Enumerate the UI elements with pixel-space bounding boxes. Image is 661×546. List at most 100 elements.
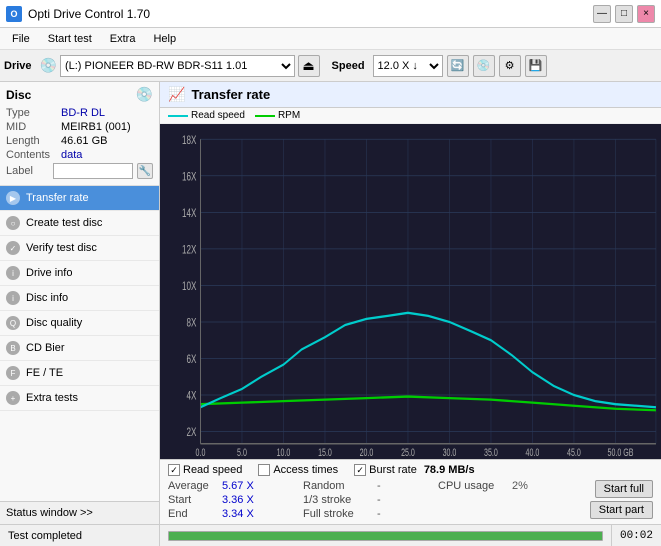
nav-label-cd-bier: CD Bier — [26, 342, 65, 354]
burst-rate-value: 78.9 MB/s — [424, 464, 475, 476]
mid-label: MID — [6, 121, 61, 133]
random-label: Random — [303, 480, 373, 492]
eject-button[interactable]: ⏏ — [298, 55, 320, 77]
action-buttons: Start full Start part — [573, 480, 653, 519]
disc-panel-icon[interactable]: 💿 — [136, 86, 153, 103]
svg-text:14X: 14X — [182, 207, 196, 220]
nav-item-fe-te[interactable]: F FE / TE — [0, 361, 159, 386]
status-window-label: Status window >> — [6, 507, 93, 519]
svg-text:40.0: 40.0 — [526, 447, 540, 459]
label-icon-button[interactable]: 🔧 — [137, 163, 153, 179]
start-part-button[interactable]: Start part — [590, 501, 653, 519]
close-button[interactable]: × — [637, 5, 655, 23]
menu-extra[interactable]: Extra — [102, 31, 144, 47]
svg-text:6X: 6X — [187, 354, 197, 367]
svg-text:12X: 12X — [182, 244, 196, 257]
full-stroke-value: - — [377, 508, 407, 520]
legend-read-speed: Read speed — [168, 110, 245, 121]
svg-text:18X: 18X — [182, 134, 196, 147]
create-test-disc-icon: ○ — [6, 216, 20, 230]
burst-rate-cb-label: Burst rate — [369, 464, 417, 476]
nav-item-create-test-disc[interactable]: ○ Create test disc — [0, 211, 159, 236]
drive-info-icon: i — [6, 266, 20, 280]
type-value: BD-R DL — [61, 107, 105, 119]
chart-container: 18X 16X 14X 12X 10X 8X 6X 4X 2X 0.0 5.0 … — [160, 124, 661, 459]
stat-group-mid: Random - 1/3 stroke - Full stroke - — [303, 480, 434, 520]
menu-start-test[interactable]: Start test — [40, 31, 100, 47]
access-times-cb[interactable] — [258, 464, 270, 476]
length-label: Length — [6, 135, 61, 147]
end-label: End — [168, 508, 218, 520]
nav-item-verify-test-disc[interactable]: ✓ Verify test disc — [0, 236, 159, 261]
nav-item-transfer-rate[interactable]: ▶ Transfer rate — [0, 186, 159, 211]
average-label: Average — [168, 480, 218, 492]
nav-label-transfer-rate: Transfer rate — [26, 192, 89, 204]
contents-label: Contents — [6, 149, 61, 161]
read-speed-cb[interactable]: ✓ — [168, 464, 180, 476]
chart-legend: Read speed RPM — [160, 108, 661, 124]
settings-button[interactable]: ⚙ — [499, 55, 521, 77]
legend-rpm: RPM — [255, 110, 300, 121]
legend-rpm-label: RPM — [278, 110, 300, 121]
drive-label: Drive — [4, 60, 32, 72]
svg-text:8X: 8X — [187, 317, 197, 330]
nav-items: ▶ Transfer rate ○ Create test disc ✓ Ver… — [0, 186, 159, 501]
transfer-rate-icon: ▶ — [6, 191, 20, 205]
access-times-cb-label: Access times — [273, 464, 338, 476]
cpu-value: 2% — [512, 480, 542, 492]
legend-read-speed-color — [168, 115, 188, 117]
legend-read-speed-label: Read speed — [191, 110, 245, 121]
cd-bier-icon: B — [6, 341, 20, 355]
status-window-button[interactable]: Status window >> — [0, 501, 159, 524]
fe-te-icon: F — [6, 366, 20, 380]
title-bar: O Opti Drive Control 1.70 — □ × — [0, 0, 661, 28]
progress-container — [160, 531, 611, 541]
menu-file[interactable]: File — [4, 31, 38, 47]
nav-item-cd-bier[interactable]: B CD Bier — [0, 336, 159, 361]
end-value: 3.34 X — [222, 508, 262, 520]
label-input[interactable] — [53, 163, 133, 179]
read-speed-cb-label: Read speed — [183, 464, 242, 476]
drive-select[interactable]: (L:) PIONEER BD-RW BDR-S11 1.01 — [60, 55, 295, 77]
burst-rate-checkbox[interactable]: ✓ Burst rate 78.9 MB/s — [354, 464, 474, 476]
verify-test-disc-icon: ✓ — [6, 241, 20, 255]
app-title: Opti Drive Control 1.70 — [28, 7, 150, 21]
stat-group-cpu: CPU usage 2% — [438, 480, 569, 492]
svg-text:10.0: 10.0 — [277, 447, 291, 459]
svg-text:4X: 4X — [187, 390, 197, 403]
average-value: 5.67 X — [222, 480, 262, 492]
chart-icon: 📈 — [168, 86, 185, 103]
svg-text:20.0: 20.0 — [360, 447, 374, 459]
speed-select[interactable]: 12.0 X ↓ — [373, 55, 443, 77]
nav-item-disc-quality[interactable]: Q Disc quality — [0, 311, 159, 336]
type-label: Type — [6, 107, 61, 119]
menu-help[interactable]: Help — [145, 31, 184, 47]
disc-button[interactable]: 💿 — [473, 55, 495, 77]
nav-item-drive-info[interactable]: i Drive info — [0, 261, 159, 286]
read-speed-checkbox[interactable]: ✓ Read speed — [168, 464, 242, 476]
svg-text:0.0: 0.0 — [196, 447, 206, 459]
burst-rate-cb[interactable]: ✓ — [354, 464, 366, 476]
chart-title: Transfer rate — [191, 87, 270, 102]
svg-text:50.0 GB: 50.0 GB — [608, 447, 634, 459]
label-label: Label — [6, 165, 53, 177]
legend-rpm-color — [255, 115, 275, 117]
chart-svg: 18X 16X 14X 12X 10X 8X 6X 4X 2X 0.0 5.0 … — [160, 124, 661, 459]
refresh-button[interactable]: 🔄 — [447, 55, 469, 77]
save-button[interactable]: 💾 — [525, 55, 547, 77]
svg-text:25.0: 25.0 — [401, 447, 415, 459]
time-display: 00:02 — [611, 525, 661, 546]
maximize-button[interactable]: □ — [615, 5, 633, 23]
nav-label-drive-info: Drive info — [26, 267, 72, 279]
start-full-button[interactable]: Start full — [595, 480, 653, 498]
disc-panel: Disc 💿 Type BD-R DL MID MEIRB1 (001) Len… — [0, 82, 159, 186]
nav-item-extra-tests[interactable]: + Extra tests — [0, 386, 159, 411]
nav-item-disc-info[interactable]: i Disc info — [0, 286, 159, 311]
content-area: 📈 Transfer rate Read speed RPM — [160, 82, 661, 524]
svg-text:2X: 2X — [187, 427, 197, 440]
access-times-checkbox[interactable]: Access times — [258, 464, 338, 476]
progress-fill — [169, 532, 602, 540]
minimize-button[interactable]: — — [593, 5, 611, 23]
nav-label-fe-te: FE / TE — [26, 367, 63, 379]
full-stroke-label: Full stroke — [303, 508, 373, 520]
